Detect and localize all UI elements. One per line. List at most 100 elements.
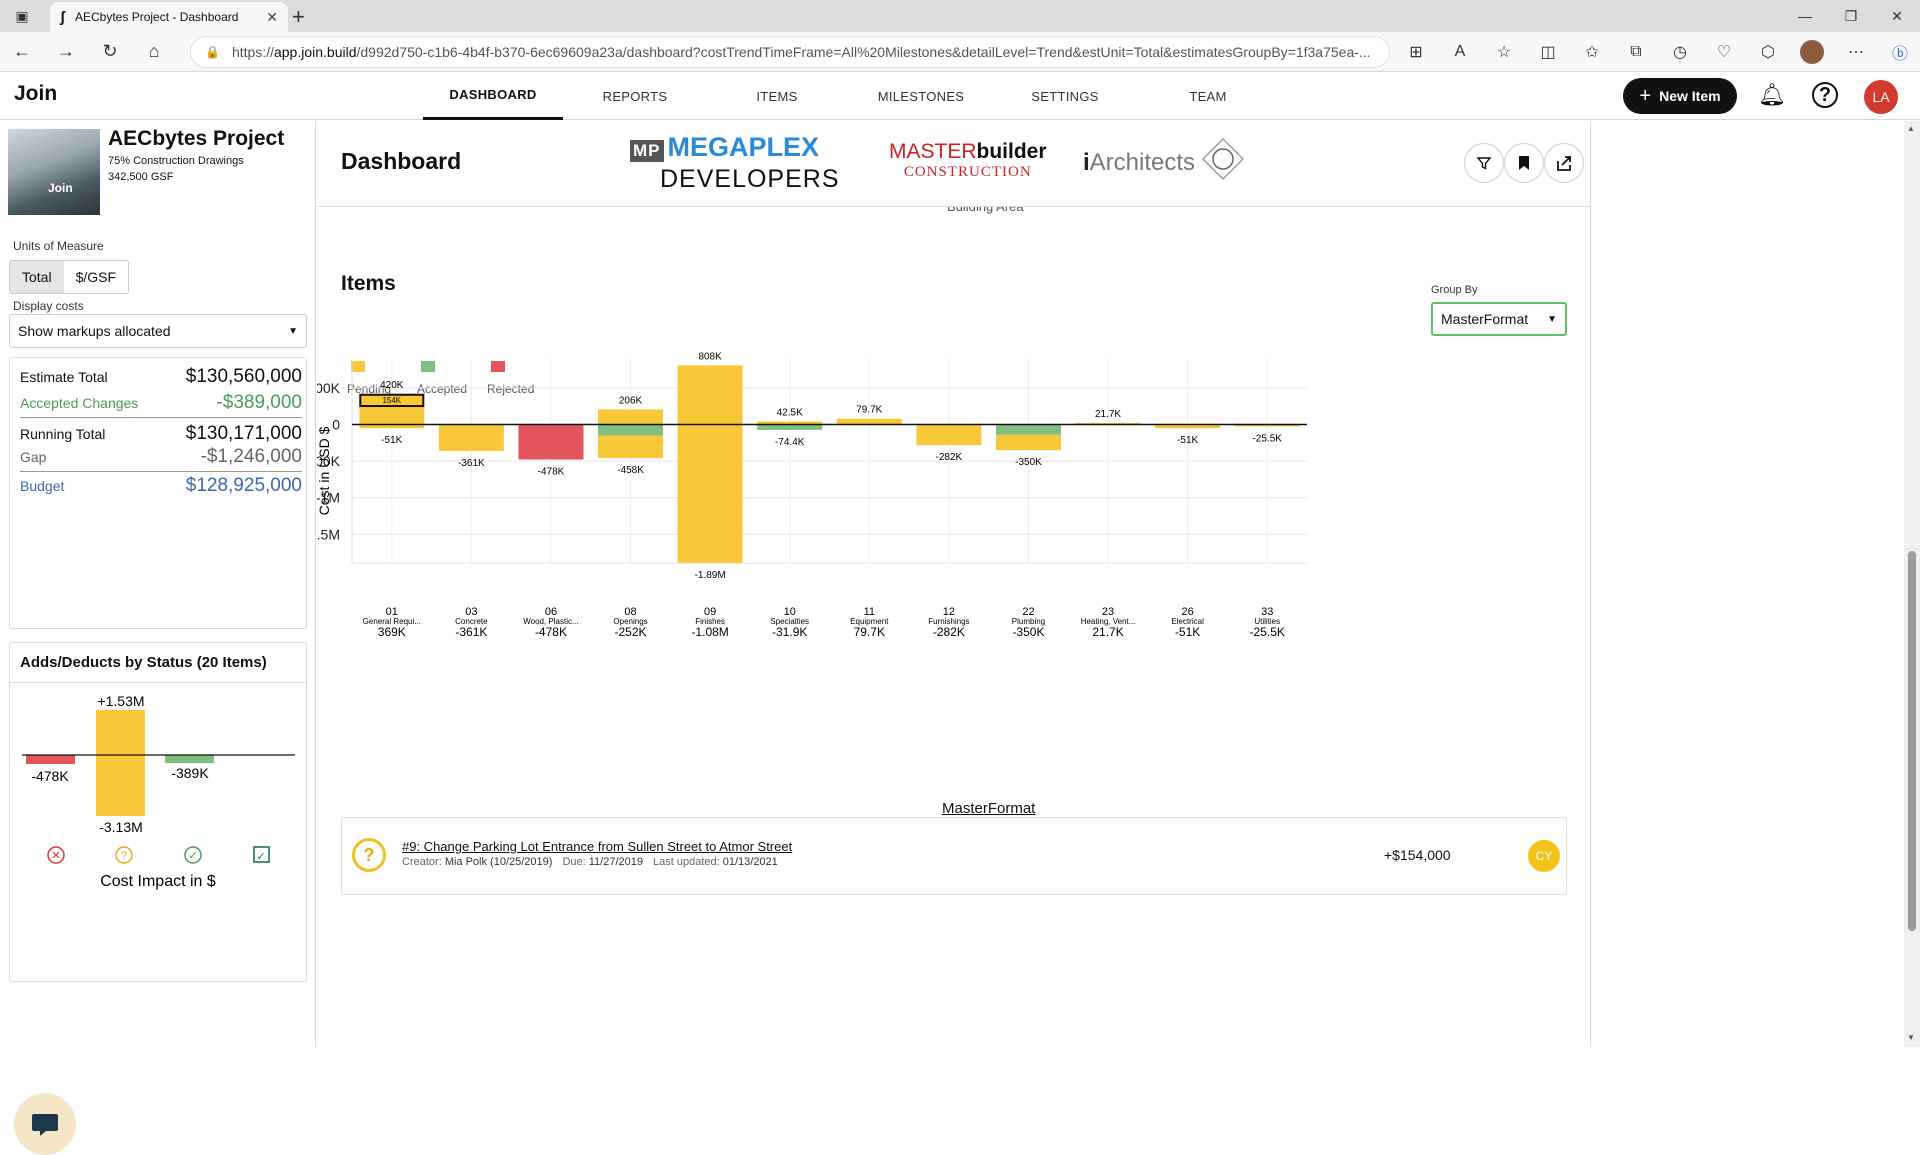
x-tick-total: -25.5K xyxy=(1250,625,1285,639)
address-bar[interactable]: 🔒 https://app.join.build/d992d750-c1b6-4… xyxy=(190,36,1390,68)
summary-accepted-changes: Accepted Changes -$389,000 xyxy=(20,392,302,418)
nav-settings[interactable]: SETTINGS xyxy=(995,72,1135,120)
collections-icon[interactable]: ⧉ xyxy=(1614,43,1658,61)
refresh-icon[interactable]: ↻ xyxy=(88,41,132,62)
bar-accepted-deduct[interactable] xyxy=(995,424,1061,435)
nav-items[interactable]: ITEMS xyxy=(707,72,847,120)
close-window-icon[interactable]: ✕ xyxy=(1874,0,1920,32)
bell-icon[interactable]: 🔔︎ xyxy=(1758,82,1786,108)
bar-value-label-positive: 79.7K xyxy=(856,405,882,416)
rejected-bar[interactable] xyxy=(26,755,75,764)
bar-value-label-positive: 21.7K xyxy=(1095,409,1121,420)
minimize-icon[interactable]: — xyxy=(1782,0,1828,32)
display-costs-select[interactable]: Show markups allocated ▼ xyxy=(9,314,307,348)
svg-text:?: ? xyxy=(121,850,127,862)
chat-support-button[interactable] xyxy=(14,1093,76,1155)
more-menu-icon[interactable]: ⋯ xyxy=(1834,42,1878,62)
x-tick-total: 369K xyxy=(378,625,406,639)
bar-accepted-deduct[interactable] xyxy=(757,424,823,430)
tab-actions-icon[interactable]: ▣ xyxy=(0,0,44,32)
read-aloud-icon[interactable]: A xyxy=(1438,43,1482,61)
item-card[interactable]: ? #9: Change Parking Lot Entrance from S… xyxy=(341,817,1567,895)
bar-pending-deduct[interactable] xyxy=(995,434,1061,451)
rejected-status-icon[interactable]: ✕ xyxy=(47,846,65,864)
profile-icon[interactable] xyxy=(1790,40,1834,64)
item-title-link[interactable]: #9: Change Parking Lot Entrance from Sul… xyxy=(402,839,792,854)
history-icon[interactable]: ◷ xyxy=(1658,42,1702,62)
nav-dashboard[interactable]: DASHBOARD xyxy=(423,72,563,120)
favorite-star-icon[interactable]: ☆ xyxy=(1482,42,1526,62)
app-available-icon[interactable]: ⊞ xyxy=(1394,42,1438,62)
join-favicon-icon: ʃ xyxy=(60,8,65,26)
new-item-button[interactable]: + New Item xyxy=(1623,78,1737,114)
incorporated-status-icon[interactable]: ✓ xyxy=(253,846,270,863)
scroll-up-icon[interactable]: ▲ xyxy=(1907,124,1915,133)
bar-value-label-positive: 206K xyxy=(619,395,643,406)
pending-deduct-bar[interactable] xyxy=(96,755,145,816)
bar-pending-deduct[interactable] xyxy=(916,424,982,446)
restore-icon[interactable]: ❐ xyxy=(1828,0,1874,32)
bar-pending-deduct[interactable] xyxy=(598,435,664,459)
lock-icon: 🔒 xyxy=(205,45,220,59)
x-tick-total: -51K xyxy=(1175,625,1200,639)
bar-value-label-positive: 420K xyxy=(380,380,404,391)
display-costs-label: Display costs xyxy=(13,299,84,313)
assignee-avatar[interactable]: CY xyxy=(1528,840,1560,872)
bar-pending-deduct[interactable] xyxy=(438,424,504,451)
project-area: 342,500 GSF xyxy=(108,171,174,183)
app-header: Join DASHBOARD REPORTS ITEMS MILESTONES … xyxy=(0,72,1920,120)
favorites-icon[interactable]: ✩ xyxy=(1570,42,1614,62)
unit-gsf-button[interactable]: $/GSF xyxy=(64,261,128,293)
url-prefix: https:// xyxy=(231,44,274,60)
health-icon[interactable]: ♡ xyxy=(1702,42,1746,62)
user-avatar[interactable]: LA xyxy=(1864,80,1898,114)
new-tab-icon[interactable]: + xyxy=(292,4,305,30)
x-tick-total: 79.7K xyxy=(854,625,885,639)
adds-deducts-chart: -478K +1.53M -3.13M -389K ✕ ? ✓ ✓ Cost I… xyxy=(22,693,295,890)
scrollbar-thumb[interactable] xyxy=(1908,551,1916,931)
summary-label: Running Total xyxy=(20,426,106,442)
unit-total-button[interactable]: Total xyxy=(10,261,64,293)
join-logo[interactable]: Join xyxy=(14,82,57,106)
bar-pending-add[interactable] xyxy=(836,418,902,425)
accepted-bar[interactable] xyxy=(165,755,214,763)
x-axis-title[interactable]: MasterFormat xyxy=(942,800,1035,817)
bar-pending-deduct[interactable] xyxy=(677,424,743,563)
bar-value-label-negative: -51K xyxy=(381,435,402,446)
extensions-icon[interactable]: ⬡ xyxy=(1746,42,1790,62)
page-scrollbar[interactable]: ▲ ▼ xyxy=(1904,121,1920,1047)
back-icon[interactable]: ← xyxy=(0,41,44,62)
pending-add-label: +1.53M xyxy=(97,693,144,709)
home-icon[interactable]: ⌂ xyxy=(132,41,176,62)
dashboard-main: Building Area Dashboard MPMEGAPLEX DEVEL… xyxy=(317,121,1591,1047)
summary-label: Budget xyxy=(20,478,65,494)
bar-pending-add[interactable] xyxy=(677,365,743,425)
nav-milestones[interactable]: MILESTONES xyxy=(847,72,995,120)
units-label: Units of Measure xyxy=(13,239,104,253)
nav-team[interactable]: TEAM xyxy=(1135,72,1281,120)
bar-pending-add[interactable] xyxy=(598,409,664,425)
forward-icon[interactable]: → xyxy=(44,41,88,62)
highlight-label: 154K xyxy=(382,396,401,405)
bar-accepted-deduct[interactable] xyxy=(598,424,664,436)
scroll-down-icon[interactable]: ▼ xyxy=(1907,1033,1915,1042)
bar-rejected-deduct[interactable] xyxy=(518,424,584,460)
split-screen-icon[interactable]: ◫ xyxy=(1526,42,1570,62)
item-due: 11/27/2019 xyxy=(588,856,643,868)
help-icon[interactable]: ? xyxy=(1812,82,1838,108)
accepted-status-icon[interactable]: ✓ xyxy=(184,846,202,864)
copilot-icon[interactable]: ⓑ xyxy=(1878,40,1920,64)
rejected-label: -478K xyxy=(31,768,69,784)
bar-value-label-positive: 808K xyxy=(698,351,722,362)
x-tick-total: -282K xyxy=(933,625,965,639)
close-tab-icon[interactable]: ✕ xyxy=(266,9,278,26)
due-label: Due: xyxy=(562,856,586,868)
summary-label: Accepted Changes xyxy=(20,395,139,411)
browser-tab[interactable]: ʃ AECbytes Project - Dashboard ✕ xyxy=(50,2,288,32)
bar-value-label-negative: -361K xyxy=(458,458,485,469)
chat-bubble-icon xyxy=(32,1114,58,1136)
y-tick-label: -1.5M xyxy=(317,526,340,542)
pending-status-icon[interactable]: ? xyxy=(115,846,133,864)
nav-reports[interactable]: REPORTS xyxy=(563,72,707,120)
x-tick-total: -361K xyxy=(455,625,487,639)
